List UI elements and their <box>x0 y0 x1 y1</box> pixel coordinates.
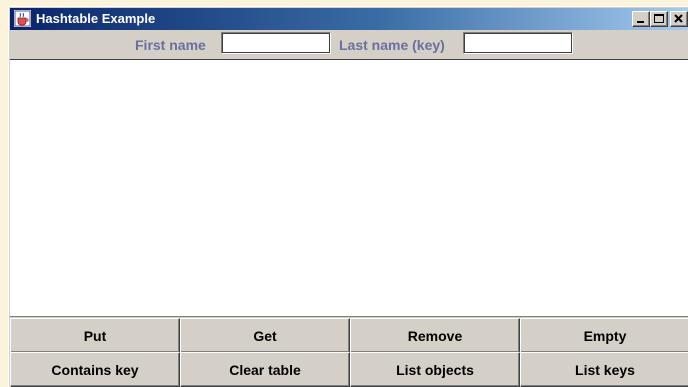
last-name-label: Last name (key) <box>339 37 445 53</box>
output-text-area[interactable] <box>10 59 688 317</box>
minimize-icon <box>637 21 644 23</box>
put-button[interactable]: Put <box>10 318 180 353</box>
java-coffee-cup-icon[interactable] <box>14 10 31 27</box>
close-button[interactable] <box>670 11 688 27</box>
clear-table-button[interactable]: Clear table <box>180 352 350 387</box>
input-row: First name Last name (key) <box>9 30 688 58</box>
remove-button[interactable]: Remove <box>350 318 520 353</box>
list-objects-button[interactable]: List objects <box>350 352 520 387</box>
list-keys-button[interactable]: List keys <box>520 352 688 387</box>
minimize-button[interactable] <box>632 11 650 27</box>
maximize-button[interactable] <box>650 11 668 27</box>
last-name-key-field[interactable] <box>463 32 573 54</box>
first-name-field[interactable] <box>221 32 331 54</box>
get-button[interactable]: Get <box>180 318 350 353</box>
contains-key-button[interactable]: Contains key <box>10 352 180 387</box>
maximize-icon <box>654 14 664 23</box>
close-icon <box>674 14 683 23</box>
title-bar[interactable]: Hashtable Example <box>10 8 688 30</box>
window-title: Hashtable Example <box>36 11 156 26</box>
app-window: Hashtable Example First name Last name (… <box>8 6 688 387</box>
first-name-label: First name <box>135 37 206 53</box>
empty-button[interactable]: Empty <box>520 318 688 353</box>
